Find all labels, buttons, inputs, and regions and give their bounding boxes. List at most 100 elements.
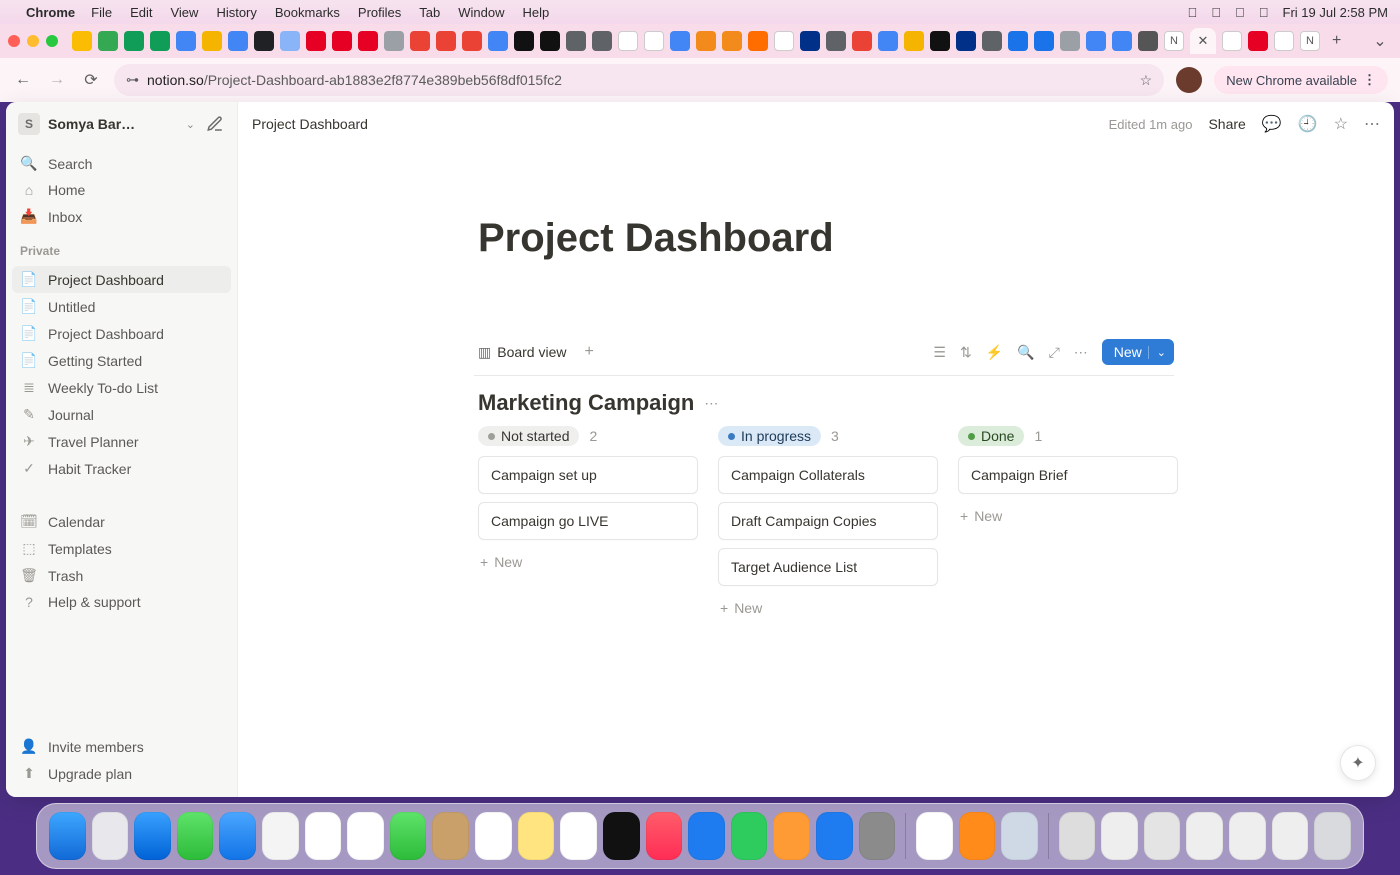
board-card[interactable]: Campaign set up bbox=[478, 456, 698, 494]
fullscreen-window-icon[interactable] bbox=[46, 35, 58, 47]
tab-icon[interactable] bbox=[1138, 31, 1158, 51]
tab-icon[interactable] bbox=[1274, 31, 1294, 51]
site-info-icon[interactable]: ⊶ bbox=[126, 72, 139, 88]
dock-app-notes[interactable] bbox=[518, 812, 555, 860]
minimize-window-icon[interactable] bbox=[27, 35, 39, 47]
board-card[interactable]: Target Audience List bbox=[718, 548, 938, 586]
dock-app-pages[interactable] bbox=[773, 812, 810, 860]
tab-icon[interactable] bbox=[514, 31, 534, 51]
sidebar-trash[interactable]: 🗑 Trash bbox=[12, 562, 231, 589]
new-page-button[interactable] bbox=[203, 112, 227, 136]
dock-trash[interactable] bbox=[1314, 812, 1351, 860]
tab-overflow-button[interactable]: ⌄ bbox=[1368, 31, 1392, 51]
sidebar-page-journal[interactable]: ✎ Journal bbox=[12, 401, 231, 428]
db-more-icon[interactable]: ⋯ bbox=[1074, 344, 1088, 361]
back-button[interactable]: ← bbox=[12, 71, 34, 89]
new-tab-button[interactable]: + bbox=[1326, 32, 1347, 50]
tab-icon[interactable]: N bbox=[1164, 31, 1184, 51]
status-pill-done[interactable]: Done bbox=[958, 426, 1024, 446]
tab-icon[interactable] bbox=[644, 31, 664, 51]
tab-icon[interactable] bbox=[228, 31, 248, 51]
tab-icon[interactable] bbox=[826, 31, 846, 51]
tab-icon[interactable] bbox=[1034, 31, 1054, 51]
menu-view[interactable]: View bbox=[170, 5, 198, 20]
updates-icon[interactable]: 🕘 bbox=[1298, 114, 1318, 134]
sidebar-page-project-dashboard[interactable]: 📄 Project Dashboard bbox=[12, 266, 231, 293]
share-button[interactable]: Share bbox=[1208, 116, 1245, 132]
tab-icon[interactable] bbox=[332, 31, 352, 51]
tab-icon[interactable] bbox=[254, 31, 274, 51]
sidebar-home[interactable]: ⌂ Home bbox=[12, 177, 231, 203]
dock-app-finder[interactable] bbox=[49, 812, 86, 860]
tab-icon[interactable] bbox=[1222, 31, 1242, 51]
tab-icon[interactable] bbox=[436, 31, 456, 51]
workspace-switcher[interactable]: S Somya Bar… ⌄ bbox=[6, 102, 237, 146]
sidebar-templates[interactable]: ⬚ Templates bbox=[12, 535, 231, 562]
sidebar-upgrade-plan[interactable]: ⬆ Upgrade plan bbox=[12, 760, 231, 787]
sidebar-help[interactable]: ? Help & support bbox=[12, 589, 231, 615]
battery-icon[interactable]: 􀛨 bbox=[1188, 5, 1198, 20]
sidebar-page-weekly-todo[interactable]: ≣ Weekly To-do List bbox=[12, 374, 231, 401]
profile-avatar[interactable] bbox=[1176, 67, 1202, 93]
tab-icon[interactable] bbox=[124, 31, 144, 51]
dock-app-launchpad[interactable] bbox=[92, 812, 129, 860]
dock-app-calendar[interactable] bbox=[347, 812, 384, 860]
control-center-icon[interactable]: 􀜊 bbox=[1259, 5, 1269, 20]
sidebar-search[interactable]: 🔍 Search bbox=[12, 150, 231, 177]
dock-minimized-window[interactable] bbox=[1186, 812, 1223, 860]
tab-icon[interactable] bbox=[150, 31, 170, 51]
tab-icon[interactable] bbox=[176, 31, 196, 51]
menu-edit[interactable]: Edit bbox=[130, 5, 152, 20]
spotlight-icon[interactable]: 􀊫 bbox=[1235, 5, 1245, 20]
dock-app-contacts[interactable] bbox=[432, 812, 469, 860]
dock-minimized-window[interactable] bbox=[1144, 812, 1181, 860]
page-title[interactable]: Project Dashboard bbox=[478, 216, 1394, 261]
sidebar-page-getting-started[interactable]: 📄 Getting Started bbox=[12, 347, 231, 374]
dock-app-preview[interactable] bbox=[1001, 812, 1038, 860]
menu-tab[interactable]: Tab bbox=[419, 5, 440, 20]
tab-icon[interactable] bbox=[982, 31, 1002, 51]
menu-profiles[interactable]: Profiles bbox=[358, 5, 401, 20]
sidebar-inbox[interactable]: 📥 Inbox bbox=[12, 203, 231, 230]
tab-icon[interactable]: N bbox=[1300, 31, 1320, 51]
status-pill-not-started[interactable]: Not started bbox=[478, 426, 579, 446]
wifi-icon[interactable]: 􀙇 bbox=[1211, 5, 1221, 20]
tab-icon[interactable] bbox=[540, 31, 560, 51]
board-card[interactable]: Campaign go LIVE bbox=[478, 502, 698, 540]
database-title-more-icon[interactable]: ⋯ bbox=[704, 395, 720, 412]
sidebar-page-habit-tracker[interactable]: ✓ Habit Tracker bbox=[12, 455, 231, 482]
dock-minimized-window[interactable] bbox=[1101, 812, 1138, 860]
reload-button[interactable]: ⟳ bbox=[80, 70, 102, 90]
tab-icon[interactable] bbox=[1112, 31, 1132, 51]
bookmark-star-icon[interactable]: ☆ bbox=[1140, 72, 1153, 89]
tab-icon[interactable] bbox=[384, 31, 404, 51]
dock-app-tv[interactable] bbox=[603, 812, 640, 860]
dock-app-safari[interactable] bbox=[134, 812, 171, 860]
filter-icon[interactable]: ☰ bbox=[933, 344, 946, 361]
tab-icon[interactable] bbox=[1086, 31, 1106, 51]
tab-icon[interactable] bbox=[488, 31, 508, 51]
tab-icon[interactable] bbox=[722, 31, 742, 51]
close-window-icon[interactable] bbox=[8, 35, 20, 47]
new-record-button[interactable]: New ⌄ bbox=[1102, 339, 1174, 365]
tab-icon[interactable] bbox=[72, 31, 92, 51]
tab-icon[interactable] bbox=[202, 31, 222, 51]
tab-icon[interactable] bbox=[852, 31, 872, 51]
dock-app-numbers[interactable] bbox=[731, 812, 768, 860]
dock-app-books[interactable] bbox=[959, 812, 996, 860]
sidebar-page-untitled[interactable]: 📄 Untitled bbox=[12, 293, 231, 320]
add-card-button[interactable]: +New bbox=[718, 594, 938, 622]
sort-icon[interactable]: ⇅ bbox=[960, 344, 972, 361]
ai-fab-button[interactable]: ✦ bbox=[1340, 745, 1376, 781]
more-icon[interactable]: ⋯ bbox=[1364, 114, 1380, 134]
menu-file[interactable]: File bbox=[91, 5, 112, 20]
menu-bookmarks[interactable]: Bookmarks bbox=[275, 5, 340, 20]
dock-app-photos[interactable] bbox=[305, 812, 342, 860]
tab-icon[interactable] bbox=[696, 31, 716, 51]
dock-app-reminders[interactable] bbox=[475, 812, 512, 860]
board-card[interactable]: Campaign Brief bbox=[958, 456, 1178, 494]
dock-app-mail[interactable] bbox=[219, 812, 256, 860]
tab-icon[interactable] bbox=[566, 31, 586, 51]
view-tab-board[interactable]: ▥ Board view bbox=[474, 340, 571, 365]
tab-icon[interactable] bbox=[1060, 31, 1080, 51]
